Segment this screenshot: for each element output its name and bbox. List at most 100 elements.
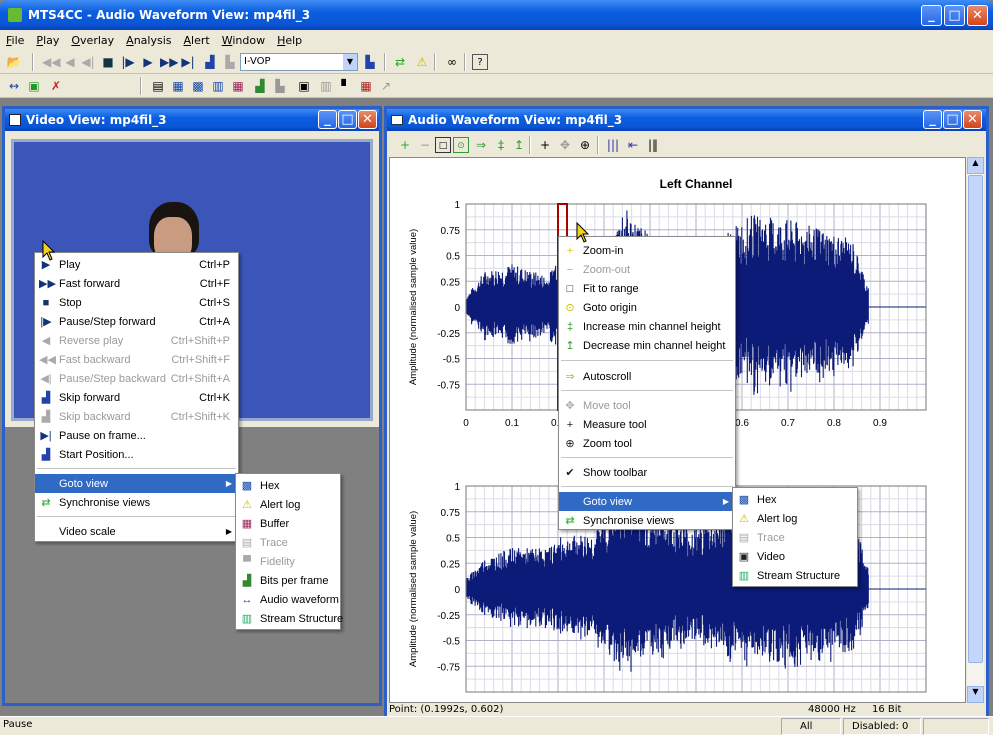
cascade-icon[interactable]: ▘ [338, 78, 354, 94]
menu-help[interactable]: Help [277, 34, 302, 47]
video-menu-item[interactable]: ▶▶ Fast forward Ctrl+F [35, 274, 238, 293]
audio-close-button[interactable]: ✕ [963, 110, 982, 129]
buffer-view-icon[interactable]: ▦ [230, 78, 246, 94]
link-icon[interactable]: ∞ [444, 54, 460, 70]
goto-item[interactable]: ▦ Buffer [236, 514, 340, 533]
video-menu-item[interactable]: ▟ Skip forward Ctrl+K [35, 388, 238, 407]
goto-item[interactable]: ▩ Hex [733, 490, 857, 509]
minimize-button[interactable]: _ [921, 5, 942, 26]
step-back-icon[interactable]: ◀| [80, 54, 96, 70]
open-icon[interactable]: 📂 [6, 54, 22, 70]
grid-icon[interactable]: ▦ [358, 78, 374, 94]
audio-menu-tool[interactable]: + Measure tool [559, 415, 735, 434]
video-menu-item[interactable]: ◀◀ Fast backward Ctrl+Shift+F [35, 350, 238, 369]
increase-height-icon[interactable]: ‡ [493, 137, 509, 153]
move-tool-icon[interactable]: ✥ [557, 137, 573, 153]
menu-play[interactable]: Play [36, 34, 59, 47]
audio-menu-tool[interactable]: ✥ Move tool [559, 396, 735, 415]
audio-menu-item[interactable]: □ Fit to range [559, 279, 735, 298]
video-minimize-button[interactable]: _ [318, 110, 337, 129]
span-icon[interactable]: ⇤ [625, 137, 641, 153]
video-menu-video-scale[interactable]: Video scale ▶ [35, 522, 238, 541]
audio-menu-item[interactable]: ↥ Decrease min channel height [559, 336, 735, 355]
buffer-icon[interactable]: ▣ [26, 78, 42, 94]
zoom-in-icon[interactable]: + [397, 137, 413, 153]
scroll-up-button[interactable]: ▲ [967, 157, 984, 174]
decrease-height-icon[interactable]: ↥ [511, 137, 527, 153]
vertical-scrollbar[interactable]: ▲ ▼ [967, 157, 984, 703]
menu-window[interactable]: Window [222, 34, 265, 47]
fast-forward-icon[interactable]: ▶▶ [160, 54, 178, 70]
goto-item[interactable]: ▥ Stream Structure [236, 609, 343, 628]
step-forward-icon[interactable]: |▶ [120, 54, 136, 70]
video-close-button[interactable]: ✕ [358, 110, 377, 129]
video-menu-item[interactable]: ◀ Reverse play Ctrl+Shift+P [35, 331, 238, 350]
video-maximize-button[interactable]: □ [338, 110, 357, 129]
goto-item[interactable]: ▤ Trace [236, 533, 340, 552]
video-menu-item[interactable]: ▟ Start Position... [35, 445, 238, 464]
goto-item[interactable]: ▩ Hex [236, 476, 340, 495]
menu-overlay[interactable]: Overlay [71, 34, 114, 47]
pause-frame-icon[interactable]: ▶| [180, 54, 196, 70]
tile-icon[interactable]: ▥ [318, 78, 334, 94]
audio-menu-goto-view[interactable]: Goto view ▶ [559, 492, 735, 511]
goto-item[interactable]: ▟ Bits per frame [236, 571, 340, 590]
cursor-lines-icon[interactable]: ||| [605, 137, 621, 153]
play-icon[interactable]: ▶ [140, 54, 156, 70]
audio-minimize-button[interactable]: _ [923, 110, 942, 129]
video-menu-item[interactable]: ▶| Pause on frame... [35, 426, 238, 445]
sync-icon[interactable]: ⇄ [392, 54, 408, 70]
audio-menu-synchronise[interactable]: ⇄ Synchronise views [559, 511, 735, 530]
goto-origin-icon[interactable]: ⊙ [453, 137, 469, 153]
goto-item[interactable]: ⚠ Alert log [236, 495, 340, 514]
goto-item[interactable]: ▤ Trace [733, 528, 857, 547]
video-menu-item[interactable]: ■ Stop Ctrl+S [35, 293, 238, 312]
zoom-tool-icon[interactable]: ⊕ [577, 137, 593, 153]
goto-item[interactable]: ▥ Stream Structure [733, 566, 857, 585]
audio-waveform-icon[interactable]: ↔ [6, 78, 22, 94]
audio-menu-show-toolbar[interactable]: ✔ Show toolbar [559, 463, 735, 482]
video-menu-item[interactable]: ▶ Play Ctrl+P [35, 255, 238, 274]
vop-select[interactable]: I-VOP ▼ [240, 53, 358, 71]
alert-icon[interactable]: ⚠ [414, 54, 430, 70]
close-button[interactable]: ✕ [967, 5, 988, 26]
maximize-button[interactable]: □ [944, 5, 965, 26]
menu-alert[interactable]: Alert [183, 34, 209, 47]
goto-item[interactable]: ↔ Audio waveform [236, 590, 340, 609]
structure-icon[interactable]: ▥ [210, 78, 226, 94]
video-menu-item[interactable]: ▟ Skip backward Ctrl+Shift+K [35, 407, 238, 426]
menu-analysis[interactable]: Analysis [126, 34, 171, 47]
audio-menu-autoscroll[interactable]: ⇒ Autoscroll [559, 367, 735, 386]
measure-tool-icon[interactable]: + [537, 137, 553, 153]
goto-item[interactable]: ▀ Fidelity [236, 552, 340, 571]
fidelity-icon[interactable]: ▙ [272, 78, 288, 94]
scroll-down-button[interactable]: ▼ [967, 686, 984, 703]
scroll-thumb[interactable] [968, 175, 983, 663]
video-menu-goto-view[interactable]: Goto view ▶ [35, 474, 238, 493]
tools-icon[interactable]: ✗ [48, 78, 64, 94]
goto-item[interactable]: ▣ Video [733, 547, 857, 566]
summary-icon[interactable]: ▣ [296, 78, 312, 94]
skip-start-icon[interactable]: ◀◀ [42, 54, 60, 70]
skip-icon[interactable]: ▙ [222, 54, 238, 70]
stream-structure-icon[interactable]: ▦ [170, 78, 186, 94]
video-menu-item[interactable]: |▶ Pause/Step forward Ctrl+A [35, 312, 238, 331]
skip-forward-icon[interactable]: ▙ [362, 54, 378, 70]
audio-maximize-button[interactable]: □ [943, 110, 962, 129]
video-menu-item[interactable]: ◀| Pause/Step backward Ctrl+Shift+A [35, 369, 238, 388]
help-icon[interactable]: ? [472, 54, 488, 70]
menu-file[interactable]: File [6, 34, 24, 47]
video-icon[interactable]: ▤ [150, 78, 166, 94]
reverse-play-icon[interactable]: ◀ [62, 54, 78, 70]
bits-per-frame-icon[interactable]: ▟ [252, 78, 268, 94]
video-menu-synchronise[interactable]: ⇄ Synchronise views [35, 493, 238, 512]
goto-item[interactable]: ⚠ Alert log [733, 509, 857, 528]
stop-icon[interactable]: ■ [100, 54, 116, 70]
start-position-icon[interactable]: ▟ [202, 54, 218, 70]
audio-menu-item[interactable]: ‡ Increase min channel height [559, 317, 735, 336]
fit-range-icon[interactable]: □ [435, 137, 451, 153]
hex-icon[interactable]: ▩ [190, 78, 206, 94]
zoom-out-icon[interactable]: − [417, 137, 433, 153]
audio-menu-item[interactable]: − Zoom-out [559, 260, 735, 279]
scroll-right-icon[interactable]: ⇒ [473, 137, 489, 153]
